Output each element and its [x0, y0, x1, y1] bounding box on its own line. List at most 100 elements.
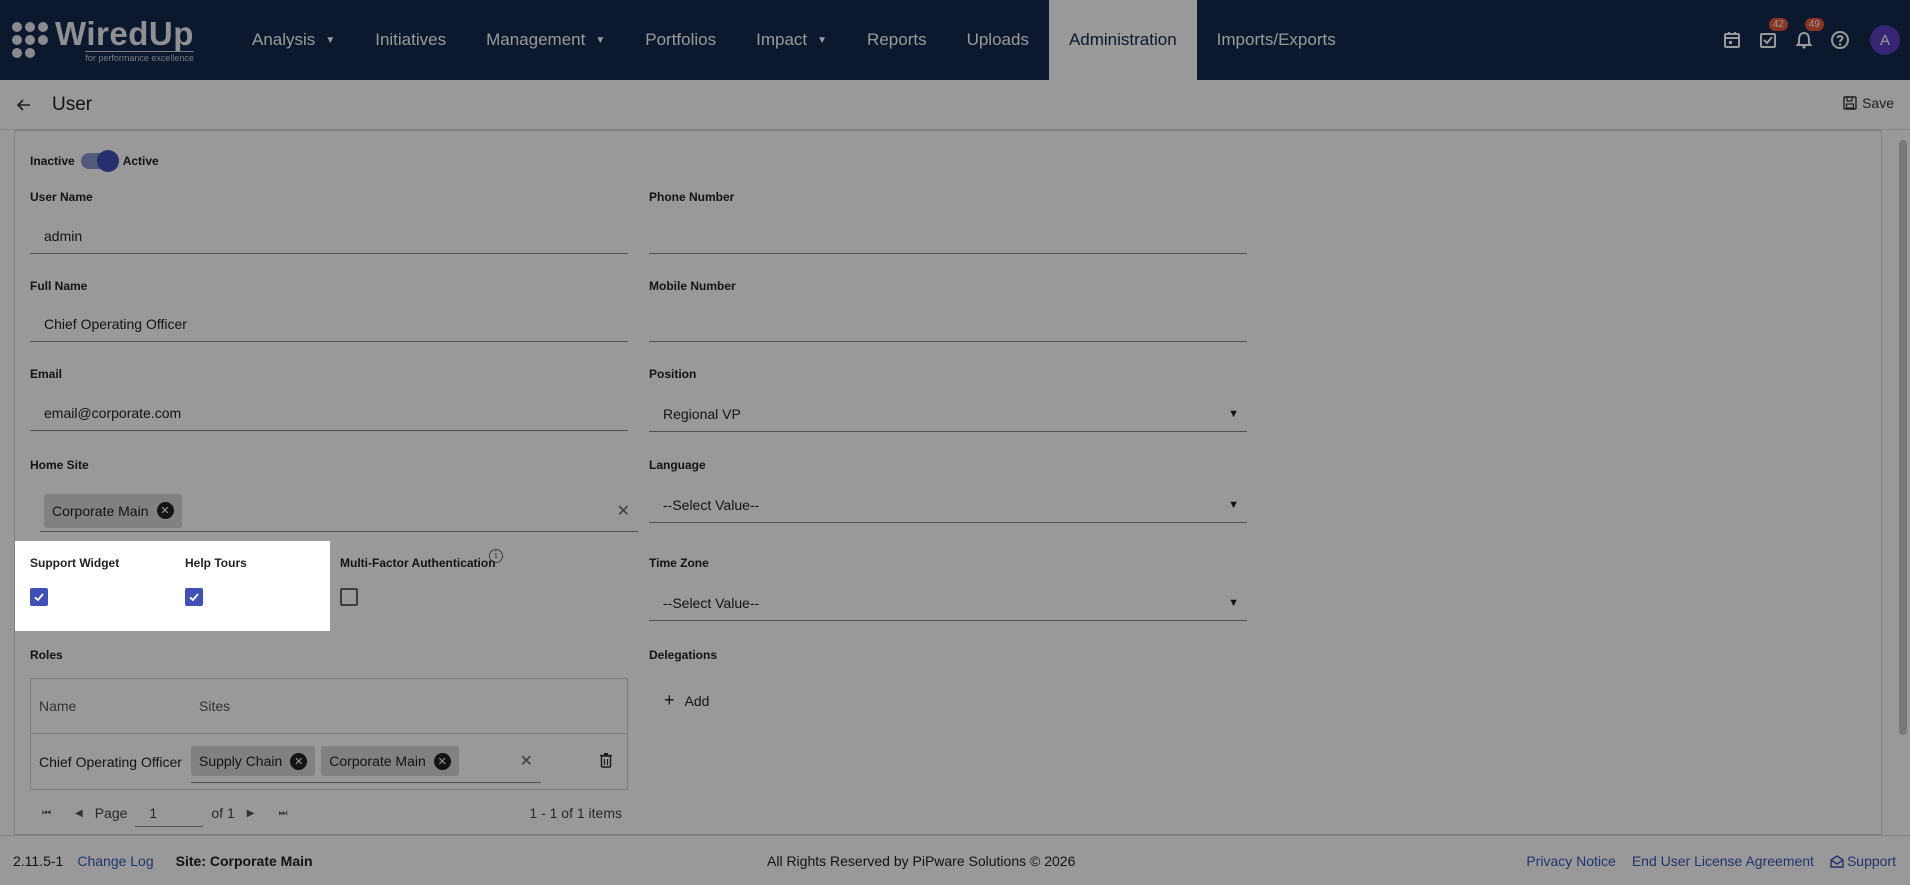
clear-icon[interactable]: ✕ [617, 501, 630, 521]
site-chip: Corporate Main ✕ [321, 746, 459, 776]
time-zone-label: Time Zone [649, 556, 709, 570]
page-count-label: of 1 [211, 805, 235, 821]
page-title: User [52, 93, 93, 115]
mfa-label: Multi-Factor Authentication [340, 556, 496, 570]
home-site-multiselect[interactable]: Corporate Main ✕ ✕ [40, 490, 638, 532]
notifications-badge: 49 [1804, 18, 1824, 31]
active-toggle-switch[interactable] [80, 150, 119, 172]
add-delegation-button[interactable]: + Add [664, 690, 709, 711]
vertical-scrollbar[interactable] [1899, 140, 1907, 735]
caret-down-icon: ▼ [325, 34, 336, 46]
language-select[interactable]: --Select Value-- ▼ [649, 487, 1247, 523]
position-select[interactable]: Regional VP ▼ [649, 396, 1247, 432]
tour-overlay-left [0, 541, 15, 631]
main-menu: Analysis ▼ Initiatives Management ▼ Portfo… [232, 0, 1356, 80]
email-label: Email [30, 367, 63, 381]
role-sites-multiselect[interactable]: Supply Chain ✕ Corporate Main ✕ ✕ [191, 741, 541, 783]
previous-page-icon[interactable]: ◀ [75, 808, 83, 819]
mfa-checkbox[interactable] [340, 588, 358, 606]
help-tours-checkbox[interactable] [185, 588, 203, 606]
wiredup-logo[interactable]: WiredUp for performance excellence [0, 0, 232, 80]
home-site-label: Home Site [30, 458, 89, 472]
dropdown-arrow-icon: ▼ [1228, 407, 1239, 420]
time-zone-value: --Select Value-- [663, 594, 760, 611]
nav-item-label: Reports [867, 30, 927, 49]
nav-item-label: Analysis [252, 30, 316, 49]
roles-label: Roles [30, 648, 63, 662]
version-text: 2.11.5-1 [13, 852, 64, 869]
full-name-input[interactable]: Chief Operating Officer [30, 306, 628, 342]
phone-number-label: Phone Number [649, 190, 735, 204]
chip-label: Corporate Main [329, 753, 426, 769]
table-row[interactable]: Chief Operating Officer Supply Chain ✕ C… [31, 734, 627, 789]
last-page-icon[interactable]: ⏭ [278, 808, 287, 819]
nav-item-portfolios[interactable]: Portfolios [625, 0, 736, 80]
nav-item-management[interactable]: Management ▼ [466, 0, 625, 80]
time-zone-select[interactable]: --Select Value-- ▼ [649, 585, 1247, 621]
delegations-label: Delegations [649, 648, 718, 662]
column-header-sites[interactable]: Sites [191, 698, 230, 714]
caret-down-icon: ▼ [595, 34, 606, 46]
user-name-input[interactable]: admin [30, 218, 628, 254]
bell-icon[interactable]: 49 [1794, 18, 1824, 50]
nav-item-uploads[interactable]: Uploads [947, 0, 1049, 80]
plus-icon: + [664, 690, 675, 710]
nav-item-initiatives[interactable]: Initiatives [355, 0, 466, 80]
page-number-input[interactable]: 1 [135, 799, 204, 827]
user-avatar[interactable]: A [1870, 25, 1900, 55]
calendar-icon[interactable] [1722, 30, 1742, 50]
language-value: --Select Value-- [663, 496, 760, 513]
nav-item-administration[interactable]: Administration [1048, 0, 1197, 80]
change-log-link[interactable]: Change Log [77, 853, 153, 869]
active-label: Active [122, 154, 159, 168]
remove-chip-icon[interactable]: ✕ [433, 752, 451, 770]
support-widget-label: Support Widget [30, 556, 120, 570]
privacy-notice-link[interactable]: Privacy Notice [1526, 853, 1615, 869]
nav-item-label: Imports/Exports [1216, 30, 1336, 49]
nav-item-impact[interactable]: Impact ▼ [736, 0, 847, 80]
logo-text: WiredUp [55, 14, 194, 52]
roles-grid-header: Name Sites [31, 679, 627, 734]
support-widget-checkbox[interactable] [30, 588, 48, 606]
nav-item-label: Management [486, 30, 586, 49]
remove-chip-icon[interactable]: ✕ [290, 752, 308, 770]
tasks-checkbox-icon[interactable]: 42 [1758, 18, 1788, 50]
save-button[interactable]: Save [1843, 95, 1894, 111]
active-status-toggle-row: Inactive Active [30, 150, 159, 172]
help-icon[interactable] [1830, 30, 1850, 50]
mobile-number-input[interactable] [649, 306, 1247, 342]
footer: 2.11.5-1 Change Log Site: Corporate Main… [0, 835, 1910, 885]
clear-icon[interactable]: ✕ [520, 751, 533, 771]
nav-item-imports-exports[interactable]: Imports/Exports [1197, 0, 1356, 80]
nav-item-label: Administration [1068, 30, 1177, 49]
nav-icon-group: 42 49 A [1722, 0, 1910, 80]
user-name-label: User Name [30, 190, 93, 204]
support-link[interactable]: Support [1830, 853, 1896, 869]
nav-item-reports[interactable]: Reports [847, 0, 947, 80]
email-input[interactable]: email@corporate.com [30, 395, 628, 431]
column-header-name[interactable]: Name [31, 698, 191, 714]
tasks-badge: 42 [1768, 18, 1788, 31]
toggle-knob [96, 150, 119, 172]
language-label: Language [649, 458, 706, 472]
first-page-icon[interactable]: ⏮ [42, 808, 51, 819]
nav-item-analysis[interactable]: Analysis ▼ [232, 0, 355, 80]
footer-links: Privacy Notice End User License Agreemen… [1526, 853, 1896, 869]
full-name-label: Full Name [30, 279, 88, 293]
remove-chip-icon[interactable]: ✕ [156, 502, 174, 519]
inactive-label: Inactive [30, 154, 75, 168]
save-label: Save [1862, 95, 1894, 111]
back-arrow-icon[interactable] [14, 95, 34, 115]
info-icon[interactable]: i [489, 549, 503, 563]
trash-icon[interactable] [599, 752, 613, 771]
caret-down-icon: ▼ [817, 34, 828, 46]
next-page-icon[interactable]: ▶ [247, 808, 255, 819]
home-site-chip: Corporate Main ✕ [44, 493, 182, 528]
floppy-disk-icon [1843, 96, 1857, 110]
site-chip: Supply Chain ✕ [191, 746, 316, 776]
eula-link[interactable]: End User License Agreement [1632, 853, 1814, 869]
roles-grid: Name Sites Chief Operating Officer Suppl… [30, 678, 628, 790]
page-header: User Save [0, 80, 1910, 130]
support-label: Support [1846, 852, 1896, 869]
phone-number-input[interactable] [649, 218, 1247, 254]
